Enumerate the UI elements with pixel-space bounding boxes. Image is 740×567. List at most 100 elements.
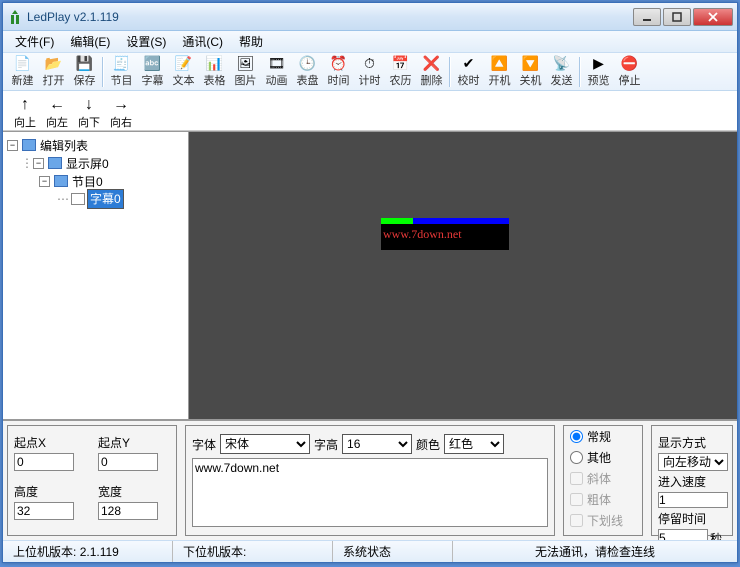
content-textarea[interactable]: www.7down.net xyxy=(192,458,548,527)
stay-label: 停留时间 xyxy=(658,510,726,527)
tb-dial[interactable]: 🕒表盘 xyxy=(292,55,323,89)
lunar-icon: 📅 xyxy=(393,55,409,71)
check-bold: 粗体 xyxy=(570,491,636,508)
mode-label: 显示方式 xyxy=(658,434,726,451)
program-icon xyxy=(54,175,68,187)
tb-lunar[interactable]: 📅农历 xyxy=(385,55,416,89)
maximize-button[interactable] xyxy=(663,8,691,26)
dial-icon: 🕒 xyxy=(300,55,316,71)
tb-time[interactable]: ⏰时间 xyxy=(323,55,354,89)
check-italic: 斜体 xyxy=(570,470,636,487)
tb-anim[interactable]: 🎞动画 xyxy=(261,55,292,89)
menu-comm[interactable]: 通讯(C) xyxy=(174,31,231,52)
menu-file[interactable]: 文件(F) xyxy=(7,31,62,52)
properties-panel: 起点X 起点Y 高度 宽度 字体 宋体 字高 16 颜色 红色 www.7dow… xyxy=(3,420,737,540)
font-label: 字体 xyxy=(192,436,216,453)
menubar: 文件(F) 编辑(E) 设置(S) 通讯(C) 帮助 xyxy=(3,31,737,53)
open-icon: 📂 xyxy=(46,55,62,71)
nav-up[interactable]: ↑向上 xyxy=(11,97,39,130)
tree-pane[interactable]: −编辑列表 ⋮−显示屏0 −节目0 ⋯字幕0 xyxy=(3,132,189,419)
radio-normal[interactable]: 常规 xyxy=(570,428,636,445)
image-icon: 🖼 xyxy=(238,55,254,71)
send-icon: 📡 xyxy=(554,55,570,71)
tb-save[interactable]: 💾保存 xyxy=(69,55,100,89)
color-select[interactable]: 红色 xyxy=(444,434,504,454)
y-label: 起点Y xyxy=(98,434,170,451)
style-group: 常规 其他 斜体 粗体 下划线 xyxy=(563,425,643,536)
up-arrow-icon: ↑ xyxy=(21,97,29,113)
w-input[interactable] xyxy=(98,502,158,520)
anim-icon: 🎞 xyxy=(269,55,285,71)
menu-edit[interactable]: 编辑(E) xyxy=(62,31,118,52)
subtitle-icon: 🔤 xyxy=(145,55,161,71)
program-icon: 🧾 xyxy=(114,55,130,71)
sync-icon: ✔ xyxy=(461,55,477,71)
tb-table[interactable]: 📊表格 xyxy=(199,55,230,89)
tb-poweron[interactable]: 🔼开机 xyxy=(484,55,515,89)
w-label: 宽度 xyxy=(98,483,170,500)
radio-other[interactable]: 其他 xyxy=(570,449,636,466)
led-preview: www.7down.net xyxy=(381,218,509,250)
h-input[interactable] xyxy=(14,502,74,520)
down-arrow-icon: ↓ xyxy=(85,97,93,113)
tb-text[interactable]: 📝文本 xyxy=(168,55,199,89)
tb-timer[interactable]: ⏱计时 xyxy=(354,55,385,89)
tb-sync[interactable]: ✔校时 xyxy=(453,55,484,89)
speed-label: 进入速度 xyxy=(658,473,726,490)
preview-icon: ▶ xyxy=(591,55,607,71)
table-icon: 📊 xyxy=(207,55,223,71)
nav-down[interactable]: ↓向下 xyxy=(75,97,103,130)
left-arrow-icon: ← xyxy=(49,97,65,113)
collapse-icon[interactable]: − xyxy=(39,176,50,187)
text-icon: 📝 xyxy=(176,55,192,71)
size-select[interactable]: 16 xyxy=(342,434,412,454)
tb-open[interactable]: 📂打开 xyxy=(38,55,69,89)
speed-input[interactable] xyxy=(658,492,728,508)
screen-icon xyxy=(48,157,62,169)
minimize-button[interactable] xyxy=(633,8,661,26)
menu-help[interactable]: 帮助 xyxy=(231,31,271,52)
tb-preview[interactable]: ▶预览 xyxy=(583,55,614,89)
collapse-icon[interactable]: − xyxy=(33,158,44,169)
tree-screen[interactable]: ⋮−显示屏0 xyxy=(7,154,184,172)
status-host: 上位机版本: 2.1.119 xyxy=(3,541,173,562)
tb-subtitle[interactable]: 🔤字幕 xyxy=(137,55,168,89)
tree-subtitle[interactable]: ⋯字幕0 xyxy=(7,190,184,208)
status-state: 系统状态 xyxy=(333,541,453,562)
tb-image[interactable]: 🖼图片 xyxy=(230,55,261,89)
right-arrow-icon: → xyxy=(113,97,129,113)
new-icon: 📄 xyxy=(15,55,31,71)
check-underline: 下划线 xyxy=(570,512,636,529)
text-group: 字体 宋体 字高 16 颜色 红色 www.7down.net xyxy=(185,425,555,536)
tree-root[interactable]: −编辑列表 xyxy=(7,136,184,154)
coords-group: 起点X 起点Y 高度 宽度 xyxy=(7,425,177,536)
size-label: 字高 xyxy=(314,436,338,453)
tb-poweroff[interactable]: 🔽关机 xyxy=(515,55,546,89)
poweron-icon: 🔼 xyxy=(492,55,508,71)
tb-send[interactable]: 📡发送 xyxy=(546,55,577,89)
app-icon xyxy=(7,9,23,25)
led-text: www.7down.net xyxy=(381,224,509,244)
subtitle-icon xyxy=(71,193,85,205)
mode-select[interactable]: 向左移动(连 xyxy=(658,453,728,471)
nav-toolbar: ↑向上 ←向左 ↓向下 →向右 xyxy=(3,91,737,131)
tb-program[interactable]: 🧾节目 xyxy=(106,55,137,89)
close-button[interactable] xyxy=(693,8,733,26)
menu-settings[interactable]: 设置(S) xyxy=(118,31,174,52)
tb-delete[interactable]: ❌删除 xyxy=(416,55,447,89)
color-label: 颜色 xyxy=(416,436,440,453)
y-input[interactable] xyxy=(98,453,158,471)
nav-left[interactable]: ←向左 xyxy=(43,97,71,130)
tb-new[interactable]: 📄新建 xyxy=(7,55,38,89)
collapse-icon[interactable]: − xyxy=(7,140,18,151)
nav-right[interactable]: →向右 xyxy=(107,97,135,130)
tb-stop[interactable]: ⛔停止 xyxy=(614,55,645,89)
status-dev: 下位机版本: xyxy=(173,541,333,562)
font-select[interactable]: 宋体 xyxy=(220,434,310,454)
save-icon: 💾 xyxy=(77,55,93,71)
x-input[interactable] xyxy=(14,453,74,471)
timer-icon: ⏱ xyxy=(362,55,378,71)
tree-program[interactable]: −节目0 xyxy=(7,172,184,190)
delete-icon: ❌ xyxy=(424,55,440,71)
status-comm: 无法通讯，请检查连线 xyxy=(453,541,737,562)
